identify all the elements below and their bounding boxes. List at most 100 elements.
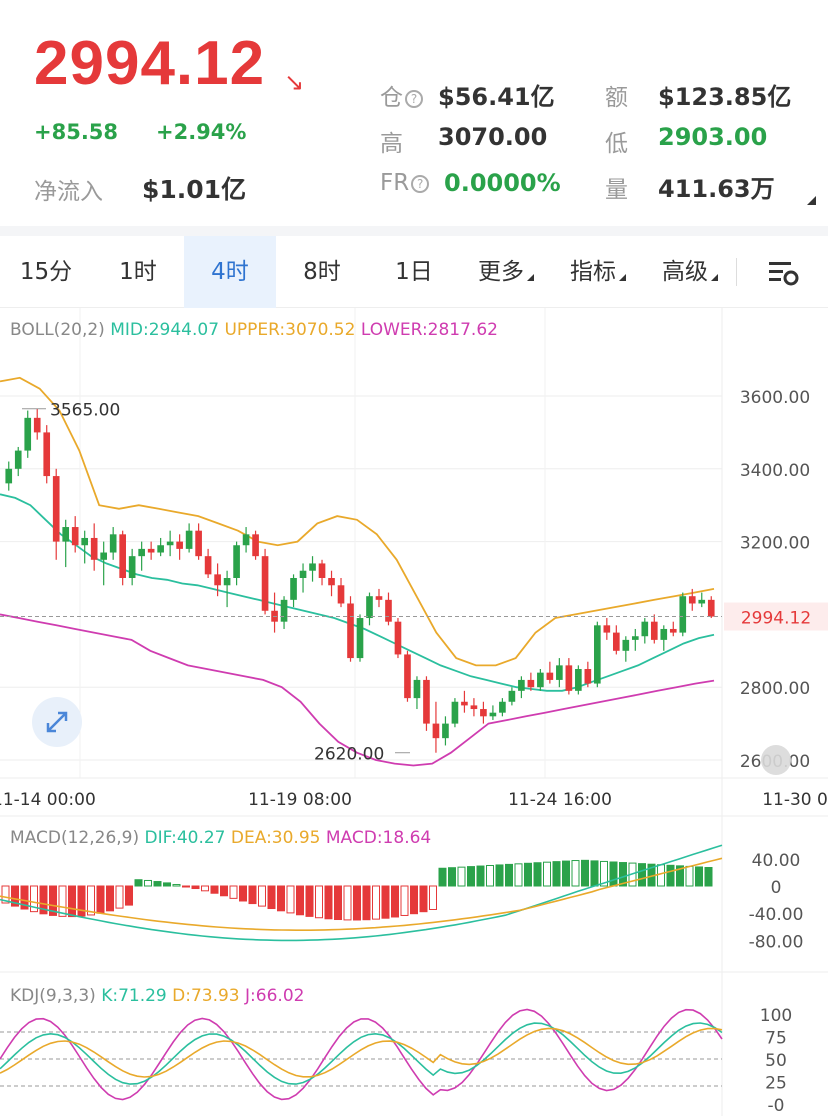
help-icon[interactable]: ?	[411, 174, 430, 193]
macd-histogram-bar	[77, 885, 86, 917]
macd-dif: DIF:40.27	[144, 828, 226, 848]
candle-body	[347, 603, 354, 659]
candle-body	[252, 534, 259, 557]
tab-15m[interactable]: 15分	[0, 236, 92, 308]
fullscreen-expand-button[interactable]	[32, 697, 82, 747]
price-change-percent: +2.94%	[156, 120, 247, 144]
candle-body	[62, 527, 70, 542]
tab-1h[interactable]: 1时	[92, 236, 184, 308]
high-value: 3070.00	[438, 123, 548, 151]
candle-body	[176, 541, 183, 549]
low-marker-label: 2620.00	[314, 745, 384, 765]
position-value: $56.41亿	[438, 83, 555, 111]
candle-body	[413, 679, 421, 699]
chart-settings-icon[interactable]	[744, 236, 824, 308]
tab-advanced[interactable]: 高级	[644, 236, 736, 308]
macd-histogram-bar	[334, 885, 342, 921]
macd-histogram-bar	[685, 865, 694, 887]
tab-indicators[interactable]: 指标	[552, 236, 644, 308]
candle-body	[565, 665, 573, 691]
candle-body	[128, 556, 136, 578]
position-label[interactable]: 仓?	[380, 78, 423, 112]
candle-body	[480, 709, 487, 717]
macd-histogram-bar	[543, 861, 551, 887]
macd-histogram-bar	[391, 885, 399, 918]
candle-body	[660, 628, 668, 640]
candle-body	[470, 705, 478, 710]
candle-body	[24, 417, 32, 451]
macd-histogram-bar	[134, 879, 143, 887]
candle-body	[5, 468, 13, 484]
volume-value: 411.63万	[658, 175, 775, 203]
macd-histogram-bar	[476, 865, 485, 887]
candle-body	[33, 417, 41, 433]
macd-histogram-bar	[524, 862, 532, 887]
macd-histogram-bar	[106, 885, 114, 912]
macd-histogram-bar	[277, 885, 285, 912]
candle-body	[698, 599, 706, 604]
candle-body	[612, 632, 620, 651]
macd-axis-label: 0	[771, 878, 782, 898]
macd-histogram-bar	[581, 859, 589, 887]
macd-histogram-bar	[372, 885, 380, 920]
candle-body	[14, 450, 22, 469]
macd-dea: DEA:30.95	[230, 828, 321, 848]
boll-label: BOLL(20,2)	[10, 320, 105, 340]
candle-body	[147, 548, 155, 553]
candle-body	[603, 625, 611, 633]
candle-body	[43, 432, 51, 477]
macd-histogram-bar	[362, 885, 371, 921]
macd-histogram-bar	[590, 860, 599, 887]
macd-histogram-bar	[315, 885, 323, 919]
candle-body	[204, 556, 212, 575]
candle-body	[584, 669, 592, 684]
price-change: +85.58	[34, 120, 119, 144]
candle-body	[280, 599, 288, 622]
macd-histogram-bar	[381, 885, 390, 919]
time-axis-label: 11-30 0	[762, 790, 828, 810]
macd-histogram-bar	[305, 885, 314, 917]
expand-corner-icon[interactable]	[807, 196, 816, 205]
boll-upper: UPPER:3070.52	[224, 320, 356, 340]
low-label: 低	[605, 131, 628, 157]
macd-histogram-bar	[704, 867, 713, 887]
net-inflow-label: 净流入	[34, 179, 103, 205]
macd-histogram-bar	[467, 866, 475, 887]
fr-label[interactable]: FR?	[380, 170, 430, 196]
kdj-legend: KDJ(9,3,3) K:71.29 D:73.93 J:66.02	[10, 986, 304, 1006]
candle-body	[81, 537, 89, 546]
low-value: 2903.00	[658, 123, 768, 151]
macd-histogram-bar	[210, 885, 219, 894]
tab-divider	[736, 258, 737, 286]
volume-label: 量	[605, 177, 628, 203]
divider	[0, 226, 828, 236]
down-right-arrow-icon: ↘	[284, 68, 305, 96]
help-icon[interactable]: ?	[405, 89, 423, 108]
macd-histogram-bar	[410, 885, 418, 915]
tab-4h[interactable]: 4时	[184, 236, 276, 308]
macd-histogram-bar	[609, 861, 618, 887]
tab-more[interactable]: 更多	[460, 236, 552, 308]
macd-histogram-bar	[172, 884, 181, 887]
macd-histogram-bar	[438, 867, 447, 887]
macd-axis-label: -80.00	[749, 932, 804, 952]
candle-body	[537, 672, 544, 688]
macd-histogram-bar	[514, 863, 523, 887]
candle-body	[404, 654, 411, 699]
candle-body	[556, 665, 563, 680]
candle-body	[166, 541, 174, 546]
macd-histogram-bar	[153, 881, 162, 887]
candle-body	[261, 556, 269, 611]
candle-body	[385, 599, 392, 622]
macd-axis-label: -40.00	[749, 905, 804, 925]
tab-1d[interactable]: 1日	[368, 236, 460, 308]
macd-histogram-bar	[533, 862, 542, 887]
macd-value: MACD:18.64	[325, 828, 432, 848]
tab-8h[interactable]: 8时	[276, 236, 368, 308]
candle-body	[138, 548, 145, 557]
candle-body	[442, 723, 449, 739]
macd-histogram-bar	[258, 885, 266, 907]
candle-body	[157, 545, 164, 553]
candle-body	[290, 578, 297, 600]
candle-body	[71, 527, 79, 546]
